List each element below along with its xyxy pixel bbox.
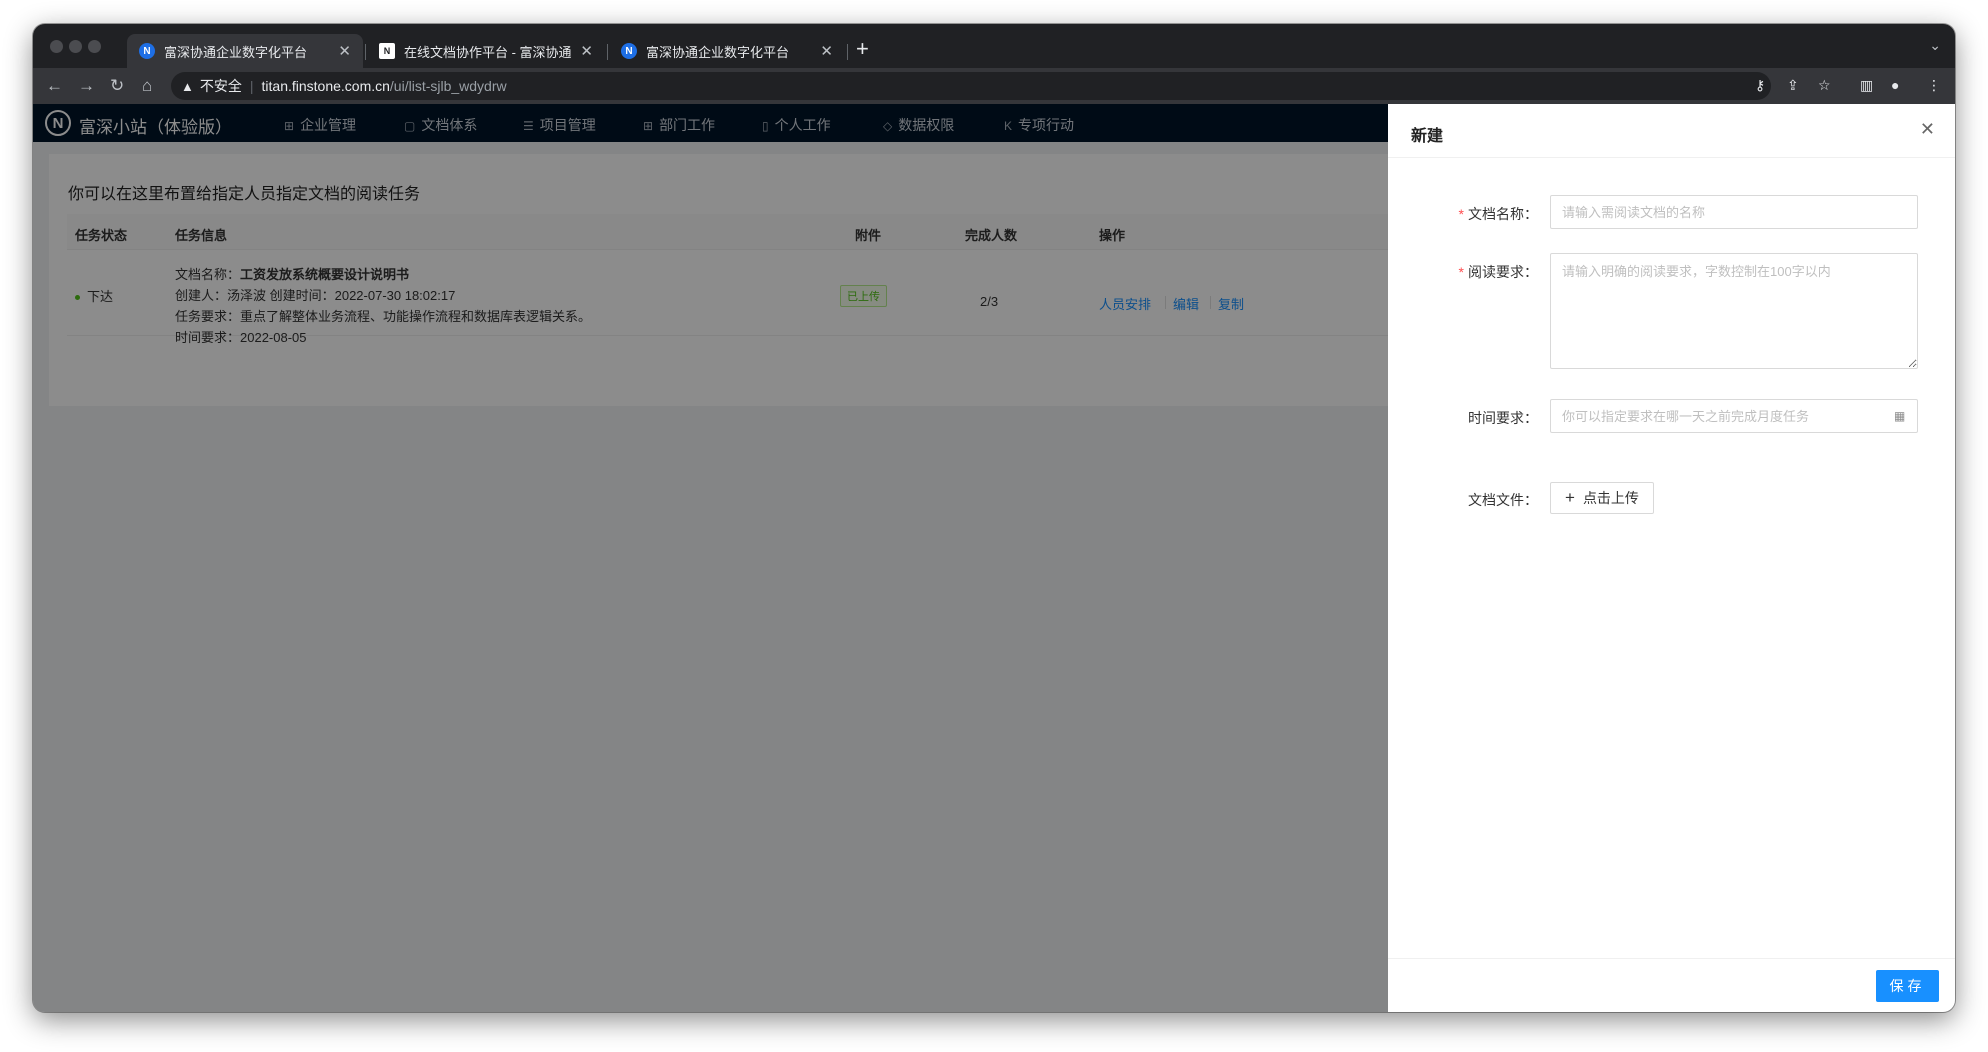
required-mark: * — [1458, 264, 1464, 280]
side-panel-icon[interactable]: ▥ — [1860, 77, 1873, 94]
drawer-title: 新建 — [1411, 128, 1444, 145]
drawer-header: 新建 ✕ — [1388, 104, 1955, 158]
upload-button[interactable]: + 点击上传 — [1550, 482, 1654, 514]
doc-name-input[interactable] — [1550, 195, 1918, 229]
tab-divider — [365, 44, 366, 60]
tab-title: 富深协通企业数字化平台 — [164, 44, 308, 60]
doc-name-label: * 文档名称： — [1388, 204, 1538, 224]
label-text: 阅读要求： — [1468, 264, 1538, 280]
browser-tab-3[interactable]: N 富深协通企业数字化平台 ✕ — [609, 34, 845, 68]
key-icon[interactable]: ⚷ — [1755, 77, 1765, 94]
back-arrow-icon[interactable]: ← — [46, 75, 63, 97]
share-icon[interactable]: ⇪ — [1787, 77, 1799, 94]
warning-triangle-icon: ▲ — [181, 78, 194, 94]
forward-arrow-icon[interactable]: → — [78, 75, 95, 97]
minimize-window-button[interactable] — [69, 40, 82, 53]
calendar-icon[interactable]: ▦ — [1894, 409, 1905, 423]
tab-divider — [607, 44, 608, 60]
zoom-window-button[interactable] — [88, 40, 101, 53]
browser-tab-2[interactable]: N 在线文档协作平台 - 富深协通 ✕ — [367, 34, 605, 68]
address-bar[interactable]: ▲ 不安全 | titan.finstone.com.cn /ui/list-s… — [171, 72, 1771, 100]
plus-icon: + — [1565, 488, 1575, 507]
required-mark: * — [1458, 206, 1464, 222]
deadline-date-input[interactable] — [1550, 399, 1918, 433]
new-tab-button[interactable]: + — [856, 38, 869, 60]
tab-title: 在线文档协作平台 - 富深协通 — [404, 44, 572, 60]
drawer-footer: 保存 — [1388, 958, 1955, 1012]
home-icon[interactable]: ⌂ — [142, 75, 152, 97]
profile-icon[interactable]: ● — [1891, 77, 1899, 93]
favicon-icon: N — [139, 43, 155, 59]
requirement-label: * 阅读要求： — [1388, 262, 1538, 282]
favicon-icon: N — [621, 43, 637, 59]
tab-close-icon[interactable]: ✕ — [338, 42, 351, 60]
save-button[interactable]: 保存 — [1876, 970, 1939, 1002]
address-divider: | — [249, 78, 254, 94]
upload-label: 点击上传 — [1582, 490, 1639, 506]
url-path: /ui/list-sjlb_wdydrw — [389, 78, 507, 94]
document-favicon-icon: N — [379, 43, 395, 59]
create-drawer: 新建 ✕ *文档名称： *阅读要求： 时间要求： ▦ 文档文件： + 点击上传 … — [1388, 104, 1955, 1012]
tab-strip: N 富深协通企业数字化平台 ✕ N 在线文档协作平台 - 富深协通 ✕ N 富深… — [33, 24, 1955, 68]
tab-divider — [847, 44, 848, 60]
tab-title: 富深协通企业数字化平台 — [646, 44, 790, 60]
tab-search-chevron-icon[interactable]: ⌄ — [1929, 37, 1941, 54]
file-label: 文档文件： — [1468, 492, 1538, 508]
close-icon[interactable]: ✕ — [1920, 119, 1935, 140]
tab-close-icon[interactable]: ✕ — [580, 42, 593, 60]
browser-toolbar: ← → ↻ ⌂ ▲ 不安全 | titan.finstone.com.cn /u… — [33, 68, 1955, 104]
tab-close-icon[interactable]: ✕ — [820, 42, 833, 60]
deadline-label: 时间要求： — [1468, 410, 1538, 426]
label-text: 文档名称： — [1468, 206, 1538, 222]
url-host: titan.finstone.com.cn — [261, 78, 390, 94]
bookmark-star-icon[interactable]: ☆ — [1818, 77, 1831, 94]
kebab-menu-icon[interactable]: ⋮ — [1927, 77, 1941, 94]
browser-window: N 富深协通企业数字化平台 ✕ N 在线文档协作平台 - 富深协通 ✕ N 富深… — [33, 24, 1955, 1012]
reload-icon[interactable]: ↻ — [110, 75, 124, 97]
close-window-button[interactable] — [50, 40, 63, 53]
browser-tab-1[interactable]: N 富深协通企业数字化平台 ✕ — [127, 34, 363, 68]
requirement-textarea[interactable] — [1550, 253, 1918, 369]
security-label: 不安全 — [199, 78, 242, 94]
